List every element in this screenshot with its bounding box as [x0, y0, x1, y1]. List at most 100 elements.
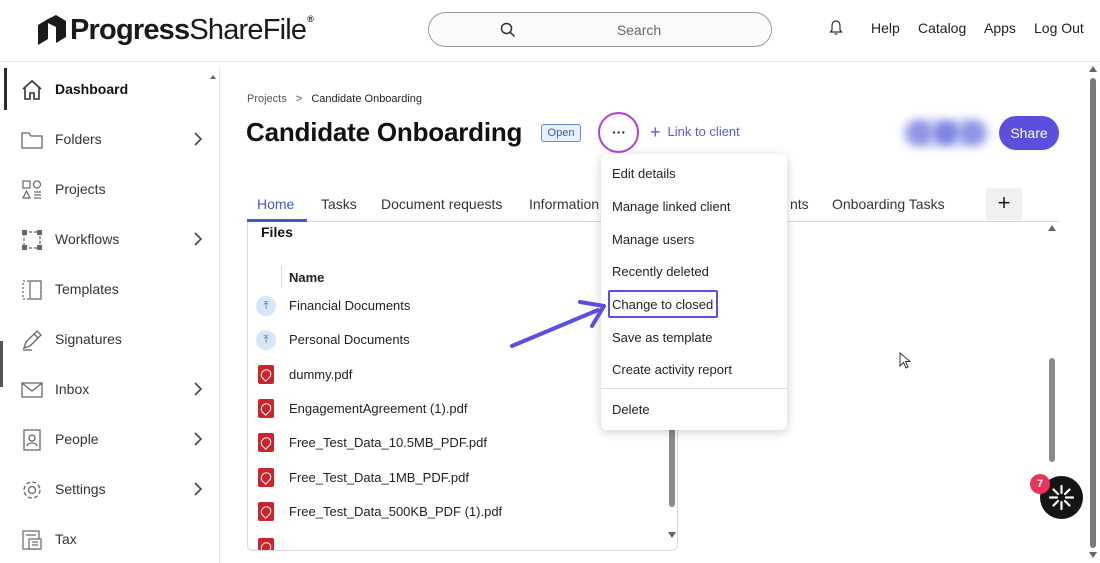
- avatar: [934, 121, 958, 145]
- menu-item-save-as-template[interactable]: Save as template: [612, 330, 712, 345]
- column-divider: [281, 266, 282, 288]
- page-scroll-thumb[interactable]: [1090, 78, 1096, 548]
- tab-document-requests[interactable]: Document requests: [381, 196, 502, 212]
- sidebar-item-workflows[interactable]: Workflows: [4, 218, 220, 262]
- file-name[interactable]: Financial Documents: [289, 298, 410, 313]
- sidebar: Dashboard Folders Projects Workflows Tem…: [4, 68, 220, 563]
- folder-shared-icon: ⤒: [256, 296, 276, 316]
- ellipsis-icon: ···: [612, 124, 626, 140]
- sidebar-item-signatures[interactable]: Signatures: [4, 318, 220, 362]
- sidebar-item-label: Workflows: [55, 231, 120, 247]
- add-tab-button[interactable]: +: [986, 188, 1022, 220]
- sidebar-item-label: Dashboard: [55, 81, 129, 97]
- sidebar-scrollbar[interactable]: [207, 68, 219, 563]
- sidebar-item-label: Tax: [55, 531, 77, 547]
- sidebar-resize-handle[interactable]: [0, 341, 3, 387]
- catalog-link[interactable]: Catalog: [918, 20, 966, 36]
- file-name[interactable]: Free_Test_Data_1MB_PDF.pdf: [289, 470, 469, 485]
- menu-item-create-activity-report[interactable]: Create activity report: [612, 362, 732, 377]
- mouse-cursor-icon: [899, 352, 912, 369]
- menu-item-delete[interactable]: Delete: [612, 402, 650, 417]
- file-name[interactable]: Free_Test_Data_10.5MB_PDF.pdf: [289, 435, 487, 450]
- sidebar-item-templates[interactable]: Templates: [4, 268, 220, 312]
- search-box[interactable]: [428, 12, 772, 47]
- file-name[interactable]: dummy.pdf: [289, 367, 352, 382]
- file-name[interactable]: Personal Documents: [289, 332, 410, 347]
- menu-item-manage-users[interactable]: Manage users: [612, 232, 694, 247]
- plus-icon: +: [650, 121, 661, 142]
- search-input[interactable]: [529, 19, 749, 41]
- home-icon: [20, 78, 44, 102]
- tab-information[interactable]: Information: [529, 196, 599, 212]
- pdf-file-icon: [256, 468, 276, 488]
- gear-icon: [20, 478, 44, 502]
- apps-link[interactable]: Apps: [984, 20, 1016, 36]
- sidebar-item-dashboard[interactable]: Dashboard: [4, 68, 220, 112]
- notification-count-badge: 7: [1030, 474, 1050, 494]
- menu-item-edit-details[interactable]: Edit details: [612, 166, 676, 181]
- tab-tasks[interactable]: Tasks: [321, 196, 357, 212]
- projects-icon: [20, 178, 44, 202]
- link-to-client-button[interactable]: + Link to client: [650, 121, 740, 142]
- pdf-file-icon: [256, 433, 276, 453]
- tab-home[interactable]: Home: [257, 196, 294, 212]
- logo-mark-icon: [38, 15, 66, 45]
- sidebar-item-projects[interactable]: Projects: [4, 168, 220, 212]
- table-row[interactable]: Free_Test_Data_1MB_PDF.pdf: [248, 462, 666, 496]
- column-header-name[interactable]: Name: [289, 270, 324, 285]
- breadcrumb-separator: >: [295, 93, 303, 105]
- tab-partial-hidden[interactable]: nts: [790, 196, 809, 212]
- folder-shared-icon: ⤒: [256, 330, 276, 350]
- annotation-highlight-box: [608, 290, 718, 318]
- annotation-arrow-icon: [510, 300, 606, 348]
- more-options-button[interactable]: ···: [598, 112, 639, 153]
- avatar: [908, 121, 932, 145]
- menu-item-recently-deleted[interactable]: Recently deleted: [612, 264, 709, 279]
- chevron-right-icon[interactable]: [192, 231, 204, 247]
- chevron-right-icon[interactable]: [192, 481, 204, 497]
- sidebar-item-tax[interactable]: Tax: [4, 518, 220, 562]
- sidebar-item-label: Projects: [55, 181, 106, 197]
- page-title: Candidate Onboarding: [246, 117, 523, 147]
- progress-sharefile-logo[interactable]: ProgressShareFile®: [38, 12, 314, 48]
- person-icon: [20, 428, 44, 452]
- member-avatars[interactable]: [902, 118, 990, 148]
- logout-link[interactable]: Log Out: [1034, 20, 1084, 36]
- content-scroll-thumb[interactable]: [1049, 358, 1055, 462]
- file-name[interactable]: EngagementAgreement (1).pdf: [289, 401, 468, 416]
- tax-icon: [20, 528, 44, 552]
- notifications-bell-icon[interactable]: [829, 20, 843, 41]
- tab-onboarding-tasks[interactable]: Onboarding Tasks: [832, 196, 945, 212]
- page-scrollbar[interactable]: [1087, 64, 1099, 563]
- chevron-right-icon[interactable]: [192, 381, 204, 397]
- file-name[interactable]: Free_Test_Data_500KB_PDF (1).pdf: [289, 504, 502, 519]
- pdf-file-icon: [256, 365, 276, 385]
- sidebar-item-label: People: [55, 431, 99, 447]
- logo-trademark: ®: [307, 13, 314, 24]
- help-link[interactable]: Help: [871, 20, 900, 36]
- mail-icon: [20, 378, 44, 402]
- link-to-client-label: Link to client: [667, 124, 740, 139]
- table-row[interactable]: Free_Test_Data_500KB_PDF (1).pdf: [248, 496, 666, 530]
- pen-icon: [20, 328, 44, 352]
- chevron-right-icon[interactable]: [192, 431, 204, 447]
- sidebar-item-inbox[interactable]: Inbox: [4, 368, 220, 412]
- share-button[interactable]: Share: [999, 116, 1059, 150]
- search-icon: [500, 22, 516, 43]
- sidebar-item-folders[interactable]: Folders: [4, 118, 220, 162]
- table-row-partial[interactable]: [248, 532, 666, 550]
- sidebar-item-people[interactable]: People: [4, 418, 220, 462]
- menu-item-manage-linked-client[interactable]: Manage linked client: [612, 199, 731, 214]
- breadcrumb-current: Candidate Onboarding: [311, 93, 423, 105]
- pdf-file-icon: [256, 502, 276, 522]
- sidebar-item-label: Signatures: [55, 331, 122, 347]
- menu-divider: [601, 388, 787, 389]
- breadcrumb-projects-link[interactable]: Projects: [247, 93, 287, 105]
- sidebar-item-settings[interactable]: Settings: [4, 468, 220, 512]
- table-row[interactable]: Free_Test_Data_10.5MB_PDF.pdf: [248, 427, 666, 461]
- sidebar-item-label: Inbox: [55, 381, 90, 397]
- chevron-right-icon[interactable]: [192, 131, 204, 147]
- logo-text-thin: ShareFile: [189, 13, 307, 46]
- logo-text-bold: Progress: [70, 13, 190, 46]
- templates-icon: [20, 278, 44, 302]
